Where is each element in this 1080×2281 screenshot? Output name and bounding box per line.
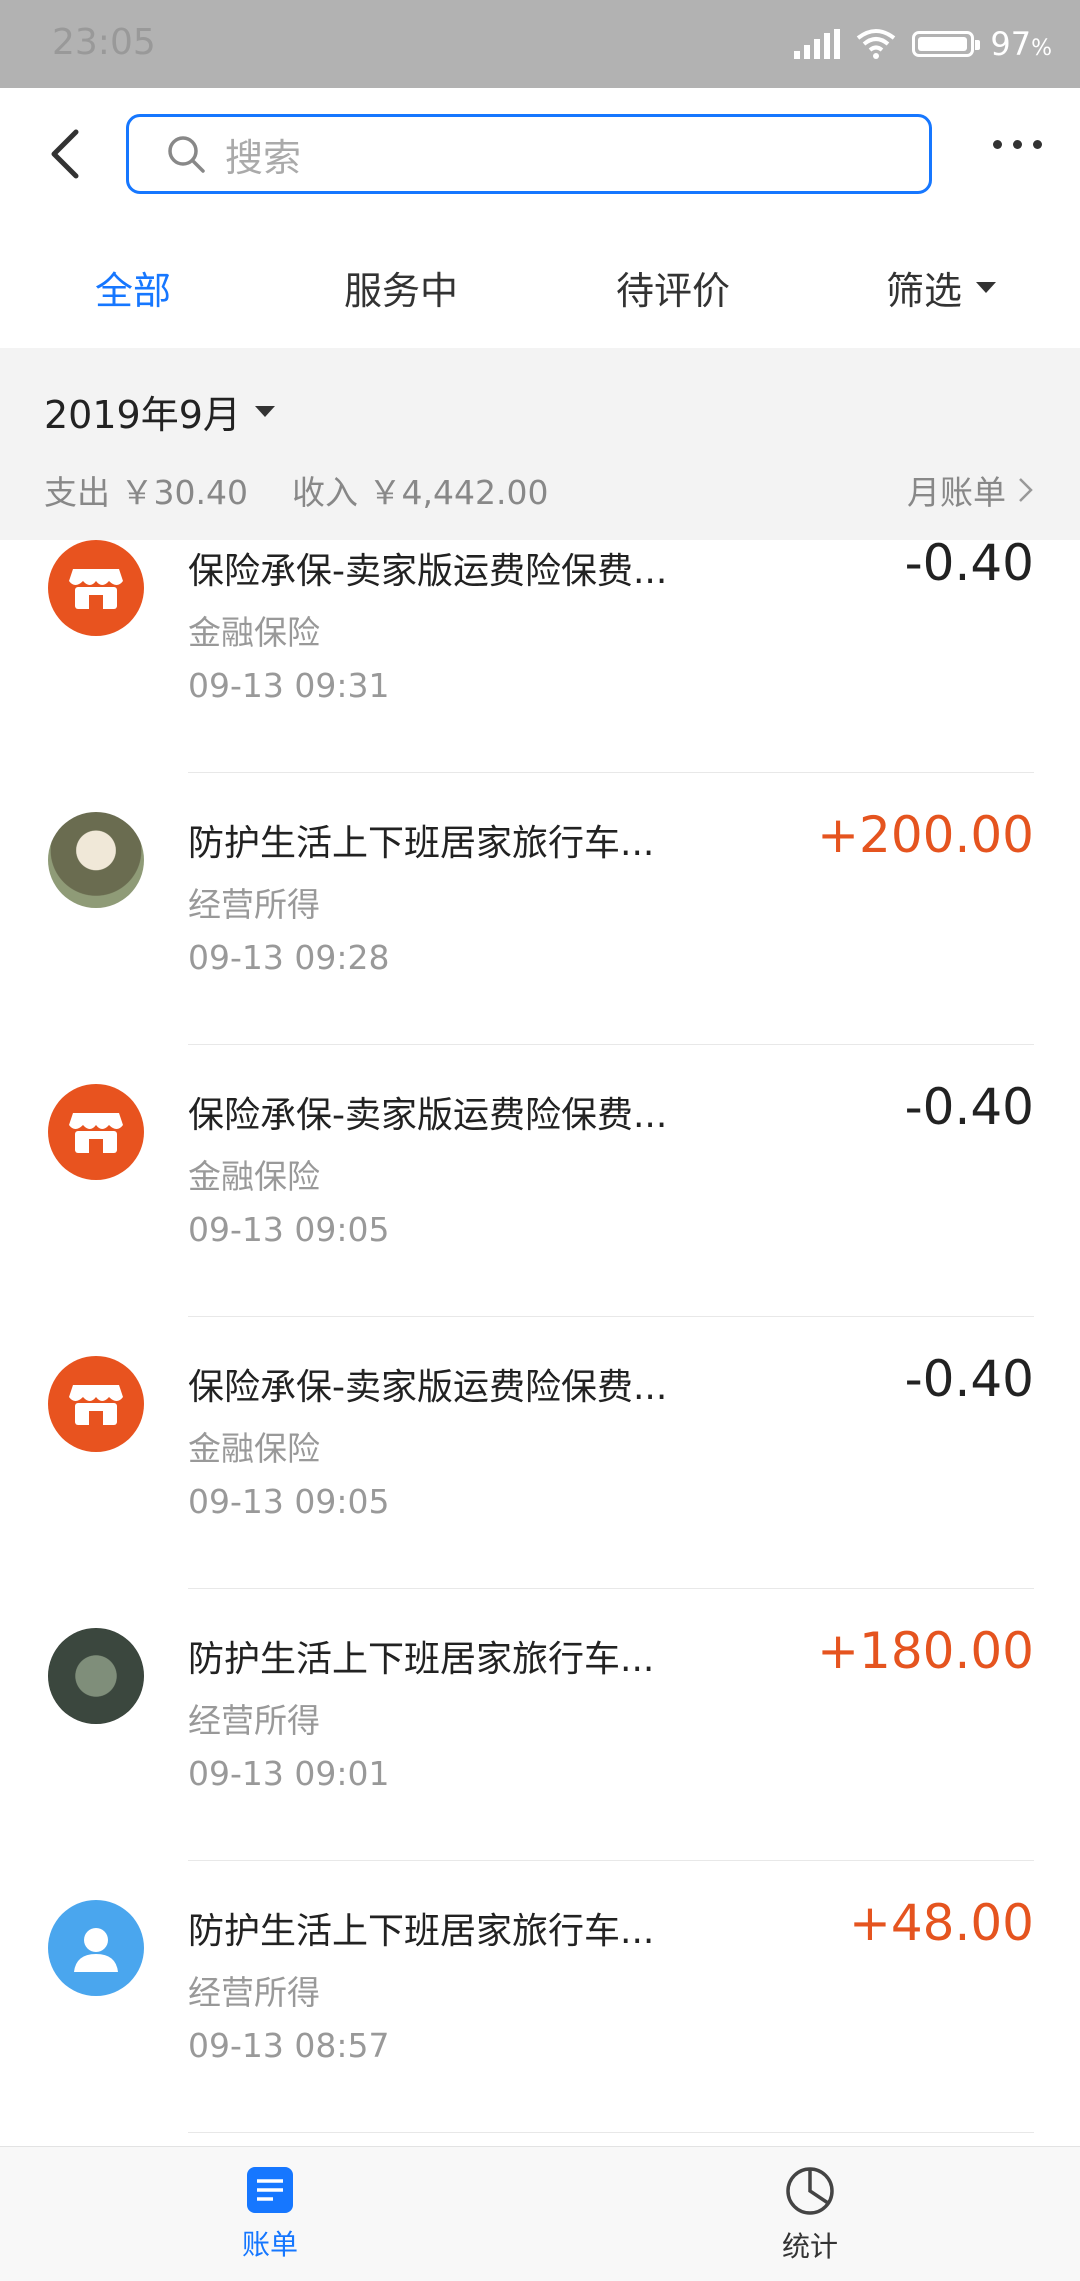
- transaction-amount: +48.00: [848, 1894, 1034, 1952]
- divider: [188, 2132, 1034, 2133]
- transaction-amount: -0.40: [904, 540, 1034, 592]
- transaction-time: 09-13 09:28: [188, 938, 390, 977]
- monthly-bill-link[interactable]: 月账单: [907, 466, 1036, 514]
- status-bar: 23:05 97%: [0, 0, 1080, 88]
- expense-value: ￥30.40: [120, 473, 248, 512]
- signal-icon: [794, 29, 841, 59]
- battery-percent: 97: [990, 25, 1032, 63]
- transaction-row[interactable]: 防护生活上下班居家旅行车... 经营所得 09-13 09:01 +180.00: [0, 1588, 1080, 1861]
- transaction-row[interactable]: 防护生活上下班居家旅行车... 经营所得 09-13 09:28 +200.00: [0, 772, 1080, 1045]
- transaction-time: 09-13 09:05: [188, 1210, 390, 1249]
- income-label: 收入: [291, 473, 358, 512]
- user-photo-avatar: [48, 812, 144, 908]
- battery-icon: [912, 31, 981, 57]
- month-selector[interactable]: 2019年9月: [44, 384, 275, 439]
- tab-to-review[interactable]: 待评价: [616, 260, 730, 315]
- transaction-category: 经营所得: [188, 1701, 320, 1740]
- month-totals: 支出 ￥30.40 收入 ￥4,442.00: [44, 466, 548, 514]
- transaction-time: 09-13 09:01: [188, 1754, 390, 1793]
- nav-statistics-label: 统计: [781, 2230, 838, 2263]
- transaction-row[interactable]: 防护生活上下班居家旅行车... 经营所得 09-13 08:57 +48.00: [0, 1860, 1080, 2133]
- month-summary: 2019年9月 支出 ￥30.40 收入 ￥4,442.00 月账单: [0, 348, 1080, 540]
- search-input[interactable]: 搜索: [126, 114, 932, 194]
- tab-filter[interactable]: 筛选: [886, 260, 997, 315]
- month-label: 2019年9月: [44, 393, 241, 437]
- transaction-time: 09-13 09:05: [188, 1482, 390, 1521]
- tab-filter-label: 筛选: [886, 269, 963, 313]
- nav-bill-label: 账单: [241, 2228, 298, 2261]
- monthly-bill-label: 月账单: [907, 473, 1006, 512]
- transaction-category: 经营所得: [188, 1973, 320, 2012]
- search-icon: [168, 136, 205, 173]
- transaction-title: 防护生活上下班居家旅行车...: [188, 1911, 655, 1952]
- transaction-amount: +200.00: [817, 806, 1034, 864]
- caret-down-icon: [976, 282, 997, 293]
- caret-down-icon: [254, 406, 275, 417]
- nav-statistics[interactable]: 统计: [740, 2165, 880, 2265]
- transaction-amount: +180.00: [817, 1622, 1034, 1680]
- transaction-title: 防护生活上下班居家旅行车...: [188, 823, 655, 864]
- transaction-row[interactable]: 保险承保-卖家版运费险保费... 金融保险 09-13 09:05 -0.40: [0, 1316, 1080, 1589]
- transaction-title: 保险承保-卖家版运费险保费...: [188, 1367, 668, 1408]
- transaction-list: 保险承保-卖家版运费险保费... 金融保险 09-13 09:31 -0.40 …: [0, 540, 1080, 2146]
- wifi-icon: [857, 29, 896, 59]
- shop-icon: [48, 1084, 144, 1180]
- tab-all[interactable]: 全部: [95, 260, 171, 315]
- transaction-category: 经营所得: [188, 885, 320, 924]
- bill-icon: [247, 2167, 293, 2213]
- income-value: ￥4,442.00: [368, 473, 549, 512]
- tab-in-service[interactable]: 服务中: [344, 260, 458, 315]
- pie-chart-icon: [786, 2167, 834, 2215]
- more-options-button[interactable]: [993, 140, 1042, 149]
- expense-label: 支出: [44, 473, 110, 512]
- battery-unit: %: [1031, 36, 1052, 61]
- chevron-right-icon: [1019, 478, 1033, 502]
- default-user-icon: [48, 1900, 144, 1996]
- search-placeholder: 搜索: [225, 135, 302, 180]
- transaction-amount: -0.40: [904, 1078, 1034, 1136]
- transaction-time: 09-13 09:31: [188, 666, 390, 705]
- transaction-category: 金融保险: [188, 1157, 320, 1196]
- transaction-row[interactable]: 保险承保-卖家版运费险保费... 金融保险 09-13 09:05 -0.40: [0, 1044, 1080, 1317]
- top-bar: 搜索: [0, 88, 1080, 220]
- status-time: 23:05: [52, 22, 156, 63]
- transaction-time: 09-13 08:57: [188, 2026, 390, 2065]
- transaction-category: 金融保险: [188, 613, 320, 652]
- bottom-nav: 账单 统计: [0, 2146, 1080, 2281]
- back-button[interactable]: [40, 126, 96, 182]
- shop-icon: [48, 1356, 144, 1452]
- user-photo-avatar: [48, 1628, 144, 1724]
- transaction-title: 保险承保-卖家版运费险保费...: [188, 551, 668, 592]
- transaction-amount: -0.40: [904, 1350, 1034, 1408]
- transaction-title: 保险承保-卖家版运费险保费...: [188, 1095, 668, 1136]
- transaction-row[interactable]: 保险承保-卖家版运费险保费... 金融保险 09-13 09:31 -0.40: [0, 540, 1080, 773]
- shop-icon: [48, 540, 144, 636]
- transaction-title: 防护生活上下班居家旅行车...: [188, 1639, 655, 1680]
- filter-tabs: 全部 服务中 待评价 筛选: [0, 220, 1080, 348]
- transaction-category: 金融保险: [188, 1429, 320, 1468]
- status-icons: 97%: [794, 20, 1052, 68]
- nav-bill[interactable]: 账单: [200, 2165, 340, 2263]
